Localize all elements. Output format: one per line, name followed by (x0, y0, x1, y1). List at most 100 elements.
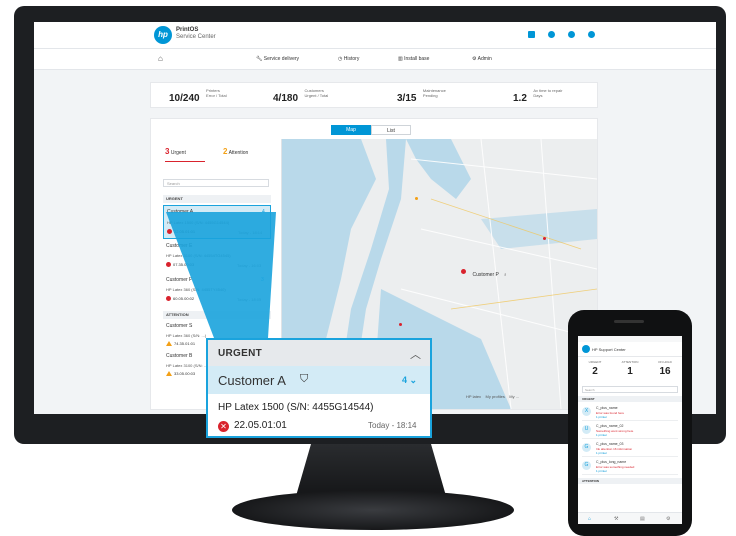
tab-settings-icon[interactable]: ⚙ (666, 516, 670, 522)
stat-value: 10/240 (169, 93, 200, 104)
footer-link[interactable]: My profiles (486, 394, 505, 399)
nav-install-base[interactable]: ▥ Install base (398, 56, 429, 62)
active-tab-indicator (165, 161, 205, 162)
printer-count: 3 (261, 277, 264, 283)
phone-list-item[interactable]: X C_plus_name Error was found here 1 pri… (582, 404, 678, 421)
error-icon (166, 296, 171, 302)
device-name: HP Latex 1500 (S/N: 4455G14544) (218, 402, 374, 413)
map-view-button[interactable]: Map (331, 125, 371, 135)
phone-stat-attention[interactable]: ATTENTION 1 (613, 360, 647, 377)
stat-customers[interactable]: 4/180 Customers Urgent / Total (273, 88, 328, 106)
status-icon: G (582, 461, 591, 470)
device-name: HP Latex 3100 (S/N: 44554TG4545) (166, 253, 231, 258)
stat-label: URGENT (588, 360, 602, 364)
footer-link[interactable]: HP latex (466, 394, 481, 399)
stat-label: ON HOLD (658, 360, 672, 364)
tab-label: Urgent (170, 150, 186, 156)
error-row: ✕ 22.05.01:01 (218, 420, 287, 432)
tab-wrench-icon[interactable]: ⚒ (614, 516, 618, 522)
zoom-section-title: URGENT (218, 348, 263, 359)
stat-value: 2 (592, 366, 598, 377)
stat-sublabel: Urgent / Total (304, 93, 329, 98)
app-title: PrintOS Service Center (176, 27, 216, 41)
app-title-line2: Service Center (176, 34, 216, 40)
user-icon[interactable] (588, 31, 595, 38)
map-pin-icon[interactable] (415, 197, 418, 200)
customer-name: C_plus_long_name (596, 460, 627, 464)
tab-attention[interactable]: 2 Attention (223, 147, 248, 156)
printer-link[interactable]: 1 printer (596, 415, 607, 419)
customer-name: C_plus_name_02 (596, 424, 624, 428)
phone-stat-on-hold[interactable]: ON HOLD 16 (648, 360, 682, 377)
stat-maintenance[interactable]: 3/15 Maintenance Pending (397, 88, 446, 106)
hp-logo-icon[interactable]: hp (154, 26, 172, 44)
warning-icon (166, 341, 172, 347)
clock-icon: ◷ (338, 56, 343, 62)
service-icon: ⛉ (300, 373, 309, 385)
nav-label: Admin (477, 56, 492, 62)
map-pin-icon[interactable] (543, 237, 546, 240)
status-icon: G (582, 443, 591, 452)
bell-icon[interactable] (548, 31, 555, 38)
tab-urgent[interactable]: 3 Urgent (165, 147, 186, 156)
status-icon: U (582, 425, 591, 434)
search-input[interactable]: Search (163, 179, 269, 187)
phone-app-title: HP Support Center (592, 347, 626, 352)
phone-screen: HP Support Center URGENT 2 ATTENTION 1 O… (578, 336, 682, 524)
map-pin-icon[interactable] (399, 323, 402, 326)
grid-icon[interactable] (528, 31, 535, 38)
phone-list-item[interactable]: G C_plus_name_03 Ink attention 16 inform… (582, 440, 678, 457)
device-name: HP Latex 1500 (S/N: 4455G14544) (167, 220, 230, 225)
phone-list-item[interactable]: U C_plus_name_02 Something went wrong he… (582, 422, 678, 439)
list-item[interactable]: Customer P 3 HP Latex 360 (S/N: 4455TY45… (163, 275, 271, 307)
stat-printers[interactable]: 10/240 Printers Error / Total (169, 88, 227, 106)
phone-tab-bar: ⌂ ⚒ ▤ ⚙ (578, 512, 682, 524)
help-icon[interactable] (568, 31, 575, 38)
printer-link[interactable]: 1 printer (596, 451, 607, 455)
nav-label: Service delivery (263, 56, 300, 62)
phone-stat-urgent[interactable]: URGENT 2 (578, 360, 612, 377)
map-pin-customer-p[interactable]: Customer P ♁ (461, 263, 507, 281)
tab-home-icon[interactable]: ⌂ (588, 516, 591, 522)
chevron-up-icon[interactable]: ︿ (410, 346, 421, 362)
list-item[interactable]: Customer E HP Latex 3100 (S/N: 44554TG45… (163, 241, 271, 273)
printer-count: 4 (262, 209, 265, 215)
device-name: HP Latex 360 (S/N: 4455TY4540) (166, 287, 226, 292)
wrench-icon: ♁ (503, 272, 508, 278)
phone-speaker (614, 320, 644, 323)
timestamp: Today - 18:14 (368, 421, 417, 430)
phone-search-input[interactable]: Search (582, 386, 678, 393)
home-icon[interactable]: ⌂ (158, 54, 163, 63)
phone-list-item[interactable]: G C_plus_long_name Error was something n… (582, 458, 678, 475)
tab-count: 2 (223, 147, 228, 156)
stat-sublabel: Error / Total (206, 93, 227, 98)
list-item-selected[interactable]: Customer A 4 HP Latex 1500 (S/N: 4455G14… (163, 205, 271, 239)
error-code: 07.35.00:03 (173, 262, 195, 267)
error-icon (166, 262, 171, 268)
gear-icon: ⚙ (472, 56, 477, 62)
customer-name: Customer A (167, 209, 194, 215)
warning-icon (166, 371, 172, 377)
printer-link[interactable]: 1 printer (596, 433, 607, 437)
map-pin-label: Customer P (472, 272, 499, 278)
zoom-customer-row[interactable]: Customer A ⛉ 4 ⌄ (208, 366, 430, 394)
stat-repair-time[interactable]: 1.2 Av time to repair Days (513, 88, 562, 106)
nav-label: History (343, 56, 360, 62)
building-icon: ▥ (398, 56, 403, 62)
nav-service-delivery[interactable]: 🔧︎ Service delivery (256, 56, 299, 62)
attention-section-header: ATTENTION (163, 311, 271, 319)
tab-count: 3 (165, 147, 170, 156)
zoom-section-header[interactable]: URGENT ︿ (208, 340, 430, 366)
customer-name: C_plus_name_03 (596, 442, 624, 446)
list-view-button[interactable]: List (371, 125, 411, 135)
stat-value: 16 (659, 366, 671, 377)
printer-count: 4 ⌄ (402, 375, 418, 385)
tab-list-icon[interactable]: ▤ (640, 516, 645, 522)
zoom-card: URGENT ︿ Customer A ⛉ 4 ⌄ HP Latex 1500 … (206, 338, 432, 438)
nav-admin[interactable]: ⚙ Admin (472, 56, 492, 62)
nav-history[interactable]: ◷ History (338, 56, 359, 62)
footer-link[interactable]: My ... (509, 394, 519, 399)
hp-logo-icon[interactable] (582, 345, 590, 353)
stat-sublabel: Pending (422, 93, 438, 98)
printer-link[interactable]: 1 printer (596, 469, 607, 473)
